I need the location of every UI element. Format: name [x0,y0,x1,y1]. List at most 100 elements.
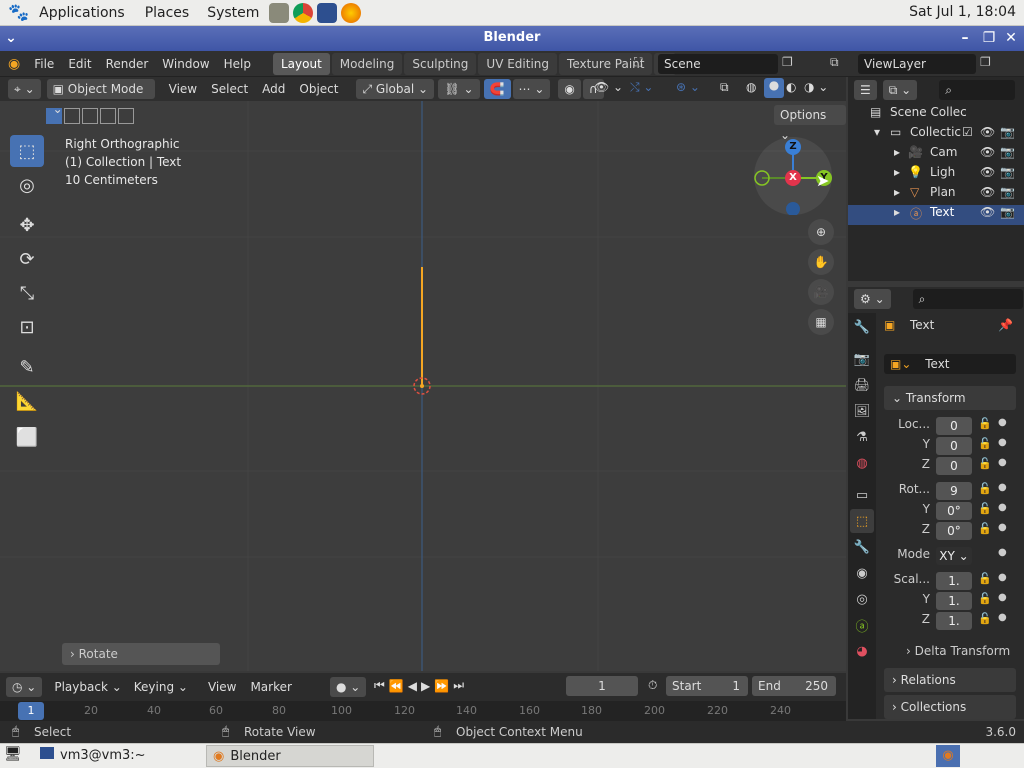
keyframe-dot-icon[interactable]: ● [998,612,1007,623]
timeline-editor-type-icon[interactable]: ◷ ⌄ [6,677,43,697]
rotation-z-field[interactable]: 0° [936,522,972,540]
location-y-field[interactable]: 0 [936,437,972,455]
visibility-eye-icon[interactable]: 👁 [980,165,995,179]
outliner-camera[interactable]: ▸ 🎥 Cam 👁 📷 [848,145,1024,165]
view-layer-icon[interactable]: ⧉ [830,55,839,70]
outliner[interactable]: ☰ ⧉ ⌄ ⌕ ▤ Scene Collec ▾ ▭ Collectic ☑ 👁… [848,77,1024,281]
render-camera-icon[interactable]: 📷 [1000,185,1015,199]
editor-type-dropdown[interactable]: ⌖ ⌄ [8,79,41,99]
gizmo-toggle-icon[interactable]: ⤭ ⌄ [630,80,653,95]
select-menu[interactable]: Select [211,82,248,96]
outliner-editor-type-icon[interactable]: ☰ [854,80,877,100]
current-frame-field[interactable]: 1 [566,676,638,696]
firefox-launcher-icon[interactable] [341,2,362,23]
taskbar-terminal[interactable]: vm3@vm3:~ [34,746,204,766]
chrome-launcher-icon[interactable] [293,2,314,23]
proportional-edit-toggle[interactable]: ◉ [558,79,581,99]
gnome-foot-icon[interactable]: 🐾 [8,3,29,23]
outliner-filter-icon[interactable]: ⧉ ⌄ [882,80,918,100]
overlay-toggle-icon[interactable]: ⊛ ⌄ [676,80,700,94]
scale-tool-icon[interactable]: ⤡ [10,277,44,309]
location-z-field[interactable]: 0 [936,457,972,475]
lock-icon[interactable]: 🔓 [978,482,992,495]
object-menu[interactable]: Object [299,82,338,96]
window-menu[interactable]: Window [162,57,209,71]
collections-section-header[interactable]: › Collections [884,695,1016,719]
viewlayer-field[interactable]: ViewLayer [858,54,976,74]
keyframe-dot-icon[interactable]: ● [998,502,1007,513]
move-tool-icon[interactable]: ✥ [10,209,44,241]
keying-menu[interactable]: Keying ⌄ [128,677,194,697]
collection-tab-icon[interactable]: ▭ [850,483,874,507]
transform-tool-icon[interactable]: ⊡ [10,311,44,343]
jump-end-icon[interactable]: ⏭ [453,678,464,693]
measure-tool-icon[interactable]: 📐 [10,385,44,417]
close-icon[interactable]: ✕ [1002,29,1020,47]
rotation-mode-dropdown[interactable]: XY ⌄ [936,547,972,565]
keyframe-dot-icon[interactable]: ● [998,592,1007,603]
object-browse-icon[interactable]: ▣⌄ [890,357,911,371]
expand-icon[interactable]: ▾ [874,125,880,139]
rendered-shading-icon[interactable]: ◑ ⌄ [804,80,828,94]
next-keyframe-icon[interactable]: ⏩ [434,679,449,693]
frame-ruler[interactable]: 1 20 40 60 80 100 120 140 160 180 200 22… [0,701,846,721]
rotate-tool-icon[interactable]: ⟳ [10,243,44,275]
properties-search-icon[interactable]: ⌕ [912,289,1023,309]
show-desktop-icon[interactable]: 🖥 [4,746,22,762]
taskbar-blender[interactable]: ◉ Blender [206,745,374,767]
rotation-x-field[interactable]: 9 [936,482,972,500]
playback-menu[interactable]: Playback ⌄ [48,677,127,697]
select-invert-icon[interactable] [100,108,116,124]
relations-section-header[interactable]: › Relations [884,668,1016,692]
solid-shading-icon[interactable]: ● [764,78,784,98]
outliner-plane[interactable]: ▸ ▽ Plan 👁 📷 [848,185,1024,205]
places-menu[interactable]: Places [145,5,190,21]
system-menu[interactable]: System [207,5,259,21]
timeline[interactable]: ◷ ⌄ Playback ⌄ Keying ⌄ View Marker ● ⌄ … [0,673,846,721]
timeline-view-menu[interactable]: View [208,680,236,694]
playhead[interactable]: 1 [18,702,44,720]
expand-icon[interactable]: ▸ [894,145,900,159]
outliner-collection[interactable]: ▾ ▭ Collectic ☑ 👁 📷 [848,125,1024,145]
marker-menu[interactable]: Marker [250,680,291,694]
outliner-scene-collection[interactable]: ▤ Scene Collec [848,105,1024,125]
play-icon[interactable]: ▶ [421,679,430,693]
pivot-dropdown[interactable]: ⛓ ⌄ [438,79,480,99]
object-tab-icon[interactable]: ⬚ [850,509,874,533]
keyframe-dot-icon[interactable]: ● [998,417,1007,428]
terminal-launcher-icon[interactable] [317,2,338,23]
keyframe-dot-icon[interactable]: ● [998,457,1007,468]
transform-section-header[interactable]: ⌄ Transform [884,386,1016,410]
visibility-eye-icon[interactable]: 👁 [980,145,995,159]
outliner-search-icon[interactable]: ⌕ [939,80,1016,100]
help-menu[interactable]: Help [224,57,251,71]
render-camera-icon[interactable]: 📷 [1000,145,1015,159]
outliner-light[interactable]: ▸ 💡 Ligh 👁 📷 [848,165,1024,185]
properties-editor-type-icon[interactable]: ⚙ ⌄ [854,289,891,309]
scale-x-field[interactable]: 1. [936,572,972,590]
data-tab-icon[interactable]: ⓐ [850,613,874,637]
visibility-eye-icon[interactable]: 👁 [980,185,995,199]
lock-icon[interactable]: 🔓 [978,437,992,450]
cursor-tool-icon[interactable]: ◎ [10,169,44,201]
lock-icon[interactable]: 🔓 [978,502,992,515]
file-menu[interactable]: File [34,57,54,71]
material-tab-icon[interactable]: ◕ [850,639,874,663]
visibility-eye-icon[interactable]: 👁 [980,125,995,139]
maximize-icon[interactable]: ❐ [980,29,998,47]
outliner-text[interactable]: ▸ ⓐ Text 👁 📷 [848,205,1024,225]
keyframe-dot-icon[interactable]: ● [998,522,1007,533]
select-subtract-icon[interactable] [82,108,98,124]
orientation-dropdown[interactable]: ⤢ Global ⌄ [356,79,435,99]
render-menu[interactable]: Render [106,57,149,71]
tab-layout[interactable]: Layout [272,52,330,75]
modifier-tab-icon[interactable]: 🔧 [850,535,874,559]
gizmo-z-icon[interactable]: Z [785,139,801,155]
wireframe-shading-icon[interactable]: ◍ [746,80,756,94]
expand-icon[interactable]: ▸ [894,165,900,179]
lock-icon[interactable]: 🔓 [978,612,992,625]
pin-icon[interactable]: 📌 [998,318,1013,332]
scale-y-field[interactable]: 1. [936,592,972,610]
render-tab-icon[interactable]: 📷 [850,347,874,371]
scene-field[interactable]: Scene [658,54,778,74]
